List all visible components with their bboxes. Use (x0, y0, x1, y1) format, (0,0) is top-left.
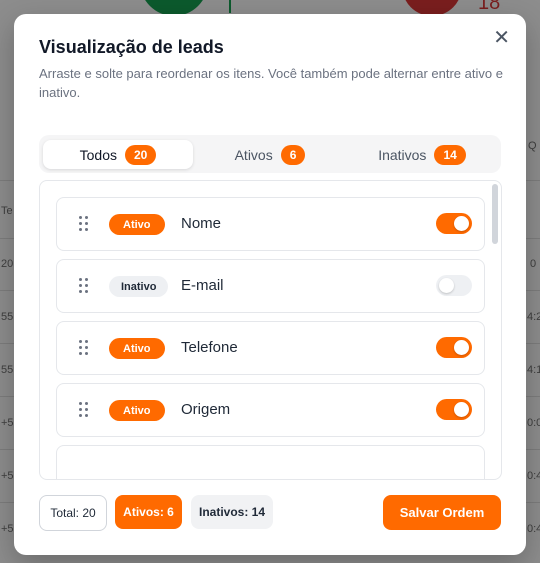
scrollbar[interactable] (492, 184, 498, 244)
field-name: Origem (181, 401, 231, 418)
total-count-pill: Total: 20 (39, 495, 107, 531)
background-cell: 0:4 (527, 470, 540, 482)
tab-todos[interactable]: Todos 20 (43, 140, 193, 169)
background-cell: 0:4 (527, 523, 540, 535)
background-cell: +5 (1, 470, 14, 482)
inactive-count-pill: Inativos: 14 (191, 495, 273, 529)
background-cell: +5 (1, 523, 14, 535)
save-order-button[interactable]: Salvar Ordem (383, 495, 501, 530)
background-cell: Q (528, 140, 537, 152)
status-toggle[interactable] (436, 275, 472, 296)
field-name: Nome (181, 215, 222, 232)
tab-label: Inativos (378, 146, 427, 163)
close-icon[interactable]: ✕ (493, 28, 510, 48)
background-cell: +5 (1, 417, 14, 429)
drag-handle-icon[interactable] (79, 402, 89, 418)
background-cell: 55 (1, 364, 14, 376)
background-cell: Te (1, 205, 13, 217)
background-cell: 4:2 (527, 311, 540, 323)
tab-label: Todos (79, 146, 117, 163)
tab-count-badge: 6 (280, 144, 306, 165)
background-cell: 0 (530, 258, 537, 270)
tab-count-badge: 20 (125, 144, 157, 165)
fields-list: Ativo Nome Inativo E-mail Ativo Telefone… (39, 180, 502, 480)
leads-view-modal: ✕ Visualização de leads Arraste e solte … (14, 14, 526, 555)
background-cell: 0:0 (527, 417, 540, 429)
status-badge: Ativo (109, 214, 165, 235)
status-badge: Inativo (109, 276, 169, 297)
background-cell: 4:1 (527, 364, 540, 376)
list-item[interactable]: Inativo E-mail (56, 259, 485, 313)
tab-inativos[interactable]: Inativos 14 (347, 140, 497, 169)
list-item[interactable]: Ativo Nome (56, 197, 485, 251)
list-item-partial[interactable] (56, 445, 485, 479)
drag-handle-icon[interactable] (79, 340, 89, 356)
tab-label: Ativos (234, 146, 273, 163)
background-number: 18 (478, 0, 501, 14)
status-badge: Ativo (109, 400, 165, 421)
field-name: E-mail (181, 277, 224, 294)
list-item[interactable]: Ativo Telefone (56, 321, 485, 375)
filter-tabs: Todos 20 Ativos 6 Inativos 14 (39, 135, 501, 173)
tab-ativos[interactable]: Ativos 6 (195, 140, 345, 169)
background-divider (229, 0, 231, 13)
active-count-pill: Ativos: 6 (115, 495, 182, 529)
drag-handle-icon[interactable] (79, 278, 89, 294)
tab-count-badge: 14 (434, 144, 466, 165)
background-cell: 20 (1, 258, 14, 270)
modal-subtitle: Arraste e solte para reordenar os itens.… (39, 66, 503, 100)
status-toggle[interactable] (436, 399, 472, 420)
status-toggle[interactable] (436, 337, 472, 358)
drag-handle-icon[interactable] (79, 216, 89, 232)
field-name: Telefone (181, 339, 238, 356)
status-badge: Ativo (109, 338, 165, 359)
modal-title: Visualização de leads (39, 37, 224, 57)
background-cell: 55 (1, 311, 14, 323)
status-toggle[interactable] (436, 213, 472, 234)
list-item[interactable]: Ativo Origem (56, 383, 485, 437)
